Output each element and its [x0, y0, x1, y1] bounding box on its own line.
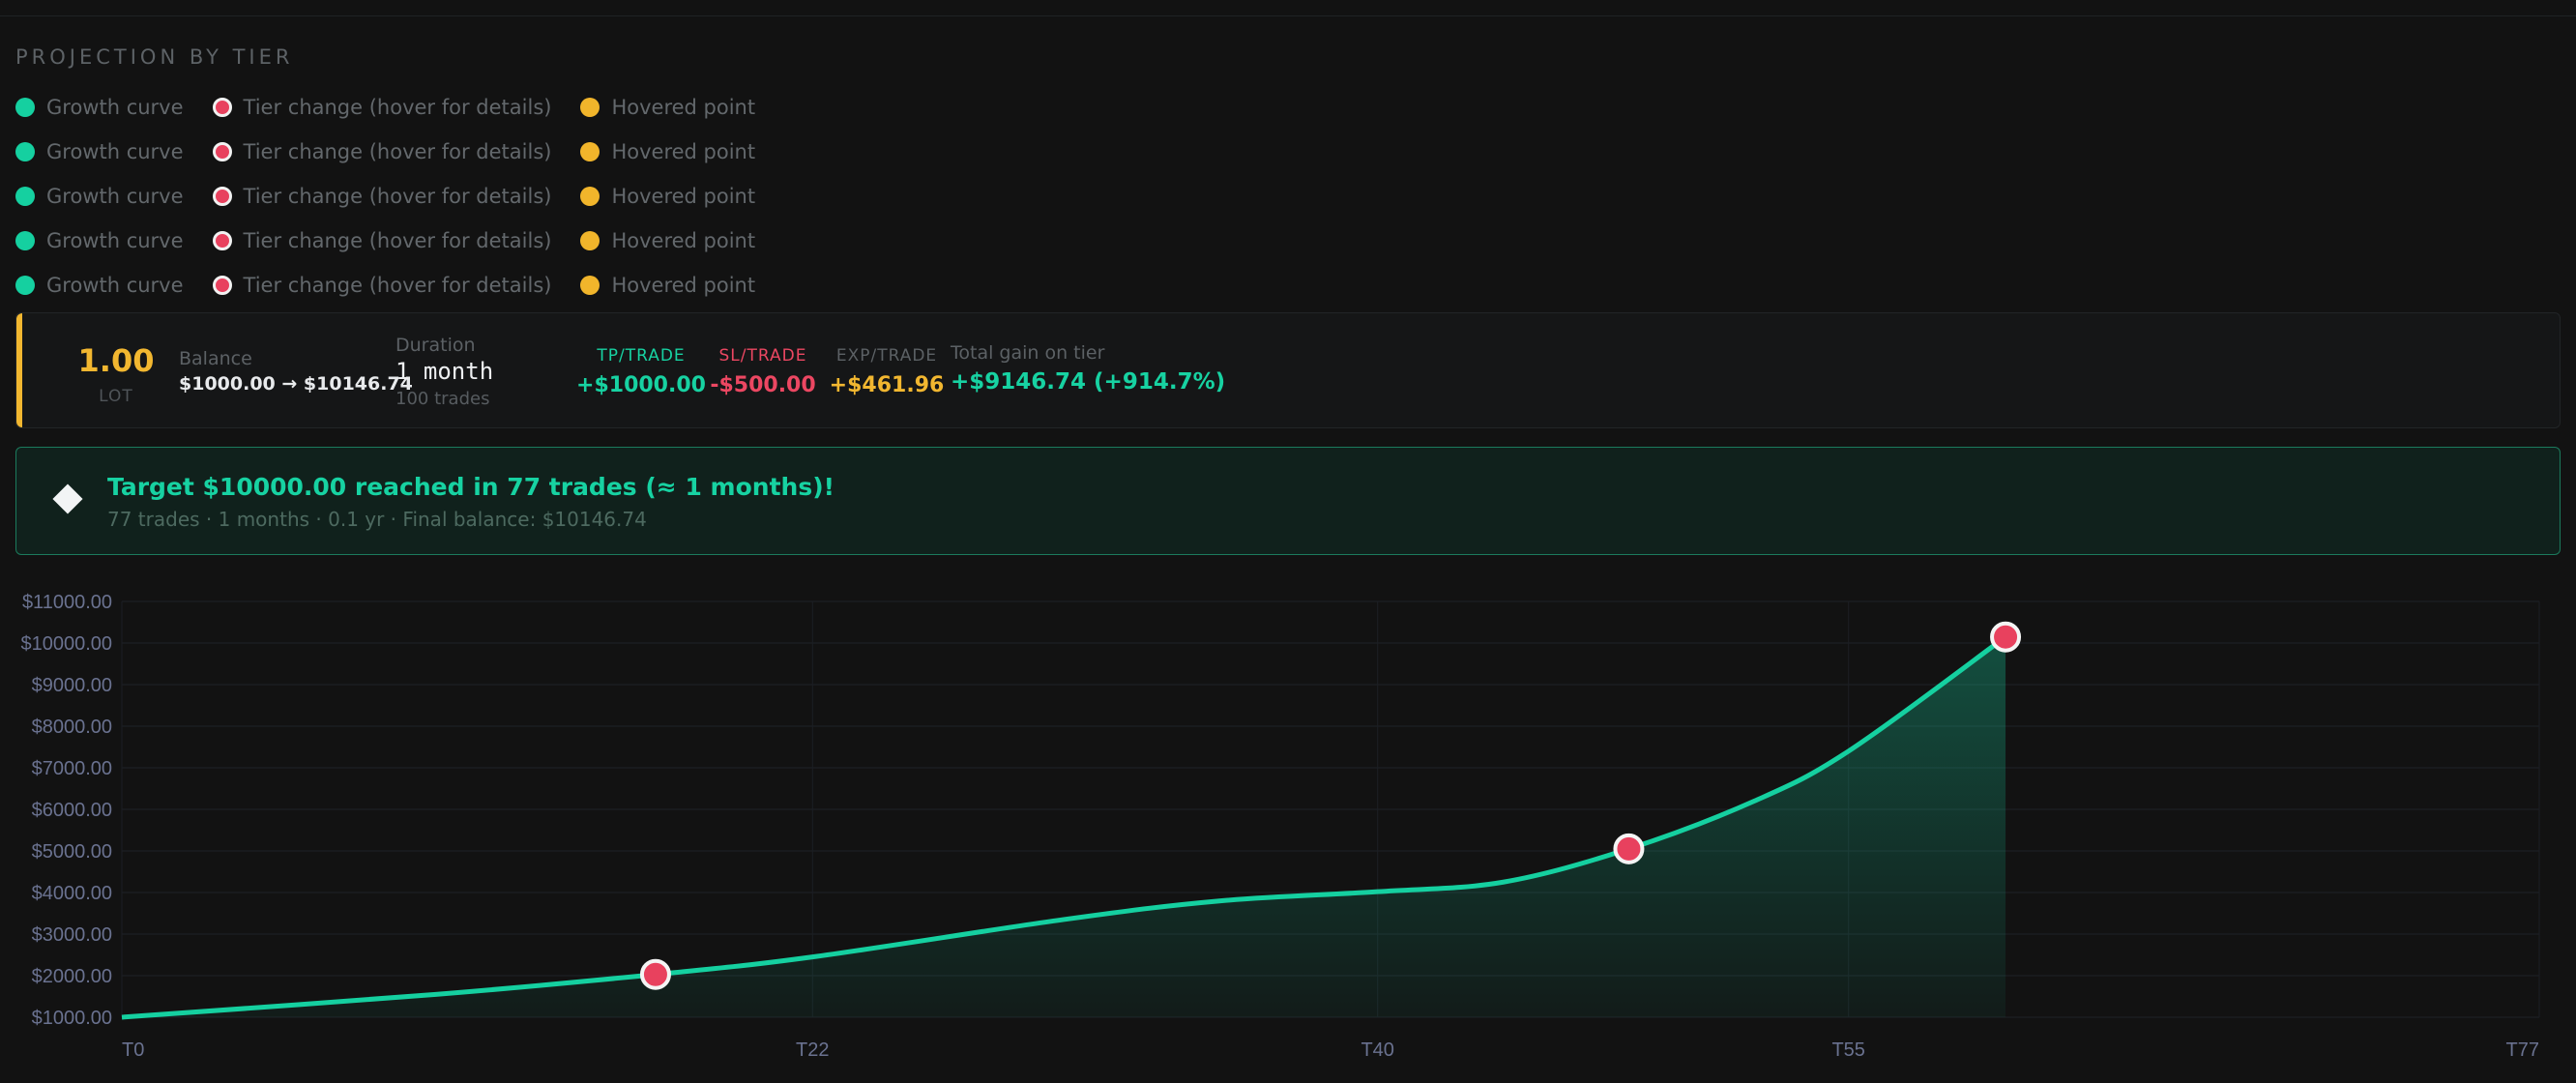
y-tick-label: $6000.00: [32, 800, 112, 821]
duration-value: 1 month: [395, 358, 494, 385]
target-subtitle: 77 trades · 1 months · 0.1 yr · Final ba…: [107, 508, 647, 531]
legend-label: Growth curve: [46, 229, 184, 252]
legend-item-growth-curve[interactable]: Growth curve: [15, 96, 184, 119]
legend-row: Growth curve Tier change (hover for detai…: [15, 263, 784, 307]
y-tick-label: $5000.00: [32, 841, 112, 863]
x-tick-label: T55: [1831, 1039, 1864, 1061]
y-tick-label: $10000.00: [20, 633, 112, 655]
balance-label: Balance: [179, 348, 252, 369]
legend-item-tier-change[interactable]: Tier change (hover for details): [212, 274, 552, 297]
y-tick-label: $2000.00: [32, 966, 112, 987]
target-title: Target $10000.00 reached in 77 trades (≈…: [107, 473, 835, 501]
legend-label: Hovered point: [611, 274, 756, 297]
legend-label: Growth curve: [46, 96, 184, 119]
legend-item-tier-change[interactable]: Tier change (hover for details): [212, 229, 552, 252]
legend-row: Growth curve Tier change (hover for detai…: [15, 130, 784, 174]
y-tick-label: $8000.00: [32, 717, 112, 738]
chart-legend: Growth curve Tier change (hover for detai…: [15, 85, 784, 307]
legend-label: Hovered point: [611, 96, 756, 119]
exp-stat: EXP/TRADE +$461.96: [817, 346, 956, 397]
legend-item-hovered-point[interactable]: Hovered point: [580, 140, 755, 163]
legend-label: Tier change (hover for details): [243, 274, 552, 297]
legend-label: Growth curve: [46, 185, 184, 208]
hovered-point-dot-icon: [580, 98, 600, 117]
hovered-point-dot-icon: [580, 187, 600, 206]
tier-change-dot-icon: [212, 276, 232, 295]
hovered-point-dot-icon: [580, 142, 600, 161]
tp-label: TP/TRADE: [597, 346, 686, 366]
tier-change-dot-icon: [212, 231, 232, 250]
legend-item-tier-change[interactable]: Tier change (hover for details): [212, 185, 552, 208]
duration-trades: 100 trades: [395, 389, 490, 409]
legend-label: Tier change (hover for details): [243, 96, 552, 119]
legend-label: Hovered point: [611, 185, 756, 208]
balance-value: $1000.00 → $10146.74: [179, 373, 413, 395]
growth-curve-dot-icon: [15, 276, 35, 295]
tier-change-marker: [639, 958, 671, 990]
gain-label: Total gain on tier: [951, 342, 1105, 364]
tier-change-dot-icon: [212, 187, 232, 206]
growth-curve-dot-icon: [15, 231, 35, 250]
y-tick-label: $1000.00: [32, 1008, 112, 1029]
x-tick-label: T22: [796, 1039, 829, 1061]
growth-curve-dot-icon: [15, 187, 35, 206]
y-tick-label: $4000.00: [32, 883, 112, 904]
exp-label: EXP/TRADE: [835, 346, 938, 366]
legend-row: Growth curve Tier change (hover for detai…: [15, 85, 784, 130]
lot-label: LOT: [99, 387, 133, 406]
gain-value: +$9146.74 (+914.7%): [951, 369, 1226, 395]
growth-chart[interactable]: $1000.00 $2000.00 $3000.00 $4000.00 $5000.00…: [0, 580, 2576, 1083]
legend-item-growth-curve[interactable]: Growth curve: [15, 140, 184, 163]
growth-curve-dot-icon: [15, 98, 35, 117]
legend-label: Hovered point: [611, 229, 756, 252]
x-tick-label: T0: [122, 1039, 144, 1061]
legend-item-growth-curve[interactable]: Growth curve: [15, 185, 184, 208]
x-tick-label: T40: [1361, 1039, 1393, 1061]
legend-row: Growth curve Tier change (hover for detai…: [15, 174, 784, 219]
duration-label: Duration: [395, 335, 476, 356]
section-title: PROJECTION BY TIER: [15, 45, 294, 69]
exp-value: +$461.96: [829, 373, 945, 397]
legend-item-growth-curve[interactable]: Growth curve: [15, 274, 184, 297]
legend-label: Growth curve: [46, 140, 184, 163]
tier-accent-bar: [16, 313, 22, 427]
sl-stat: SL/TRADE -$500.00: [693, 346, 833, 397]
legend-item-hovered-point[interactable]: Hovered point: [580, 274, 755, 297]
tp-stat: TP/TRADE +$1000.00: [571, 346, 711, 397]
target-reached-banner: Target $10000.00 reached in 77 trades (≈…: [15, 447, 2561, 555]
legend-item-hovered-point[interactable]: Hovered point: [580, 185, 755, 208]
legend-item-tier-change[interactable]: Tier change (hover for details): [212, 140, 552, 163]
hovered-point-dot-icon: [580, 276, 600, 295]
legend-label: Tier change (hover for details): [243, 140, 552, 163]
tier-change-dot-icon: [212, 142, 232, 161]
chart-svg[interactable]: $1000.00 $2000.00 $3000.00 $4000.00 $5000.00…: [0, 580, 2576, 1083]
legend-item-hovered-point[interactable]: Hovered point: [580, 229, 755, 252]
legend-label: Growth curve: [46, 274, 184, 297]
sl-label: SL/TRADE: [718, 346, 807, 366]
y-tick-label: $3000.00: [32, 924, 112, 946]
y-tick-label: $11000.00: [22, 592, 112, 613]
tier-change-marker: [1613, 833, 1645, 864]
legend-row: Growth curve Tier change (hover for detai…: [15, 219, 784, 263]
diamond-icon: [52, 483, 83, 514]
lot-value: 1.00: [77, 342, 155, 379]
legend-label: Tier change (hover for details): [243, 185, 552, 208]
legend-label: Tier change (hover for details): [243, 229, 552, 252]
tp-value: +$1000.00: [576, 373, 706, 397]
top-divider: [0, 15, 2576, 16]
legend-item-hovered-point[interactable]: Hovered point: [580, 96, 755, 119]
legend-item-growth-curve[interactable]: Growth curve: [15, 229, 184, 252]
growth-curve-dot-icon: [15, 142, 35, 161]
sl-value: -$500.00: [710, 373, 816, 397]
hovered-point-dot-icon: [580, 231, 600, 250]
growth-area: [122, 636, 2006, 1017]
tier-summary-card[interactable]: 1.00 LOT Balance $1000.00 → $10146.74 Du…: [15, 312, 2561, 428]
legend-label: Hovered point: [611, 140, 756, 163]
tier-change-dot-icon: [212, 98, 232, 117]
x-tick-label: T77: [2506, 1039, 2539, 1061]
y-tick-label: $9000.00: [32, 675, 112, 696]
tier-change-marker: [1990, 621, 2022, 653]
legend-item-tier-change[interactable]: Tier change (hover for details): [212, 96, 552, 119]
y-tick-label: $7000.00: [32, 758, 112, 779]
